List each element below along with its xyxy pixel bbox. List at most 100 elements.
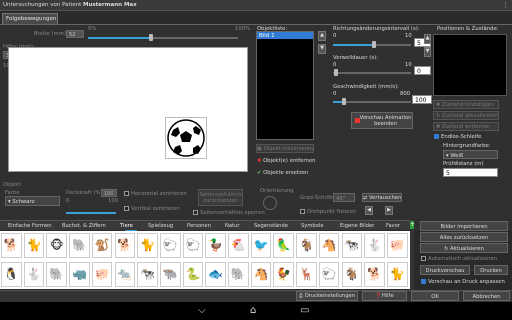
endlos-schleife-checkbox[interactable]: Endlos-Schleife [434, 134, 481, 140]
druckvorschau-button[interactable]: Druckvorschau [420, 265, 470, 275]
seitenverhaeltnis-sperren-checkbox[interactable]: Seitenverhältnis sperren [193, 210, 265, 216]
home-icon[interactable]: ⌂ [250, 305, 256, 316]
alles-zuruecksetzen-button[interactable]: Alles zurücksetzen [420, 232, 508, 242]
auto-aktualisieren-checkbox[interactable]: Automatisch aktualisieren [421, 256, 497, 262]
image-tile[interactable]: 🐖 [91, 262, 113, 287]
image-tile[interactable]: 🐐 [296, 233, 317, 258]
grid-scrollbar[interactable] [410, 220, 414, 290]
image-tile[interactable]: 🐘 [228, 262, 249, 287]
verweil-input[interactable]: 0 [414, 66, 431, 75]
vertikal-zentrieren-checkbox[interactable]: Vertikal zentrieren [124, 206, 180, 212]
orientierung-dial[interactable] [263, 196, 277, 210]
image-tile[interactable]: 🐔 [228, 233, 249, 258]
vorschau-animation-button[interactable]: Vorschau Animation beenden [351, 112, 413, 129]
breite-slider-thumb[interactable] [149, 34, 153, 41]
image-tile[interactable]: 🐈 [386, 262, 408, 287]
soccer-ball-object[interactable] [165, 117, 207, 159]
image-tile[interactable]: 🐑 [182, 233, 204, 258]
image-tile[interactable]: 🐑 [318, 262, 340, 287]
list-down-button[interactable]: ▼ [318, 44, 326, 54]
abbrechen-button[interactable]: Abbrechen [463, 291, 510, 301]
drehpunkt-checkbox[interactable]: Drehpunkt fixieren [300, 209, 357, 215]
category-favoriten[interactable]: Favor [386, 223, 400, 229]
image-tile[interactable]: 🐈 [137, 233, 158, 258]
image-tile[interactable]: 🐒 [91, 233, 113, 258]
pruefdistanz-input[interactable]: 5 [443, 168, 498, 177]
hilfe-button[interactable]: ❓Hilfe [362, 291, 407, 301]
breite-input[interactable]: 52 [66, 30, 84, 38]
objektliste[interactable]: Bild 1 [256, 31, 314, 140]
category-spielzeug[interactable]: Spielzeug [148, 223, 173, 229]
category-tiere[interactable]: Tiere [120, 223, 133, 229]
image-tile[interactable]: 🐴 [318, 233, 340, 258]
geschw-slider-thumb[interactable] [342, 98, 346, 105]
objekt-entfernen-button[interactable]: ✖ Objekt(e) entfernen [257, 158, 315, 164]
image-tile[interactable]: 🐄 [341, 233, 363, 258]
image-tile[interactable]: 🐑 [159, 233, 181, 258]
seitenverhaeltnis-reset-button[interactable]: Seitenverhältnis zurücksetzen [198, 189, 243, 206]
image-tile[interactable]: 🐦 [250, 233, 272, 258]
image-tile[interactable]: 🐘 [46, 262, 68, 287]
zustand-hinzufuegen-button[interactable]: ✚ Zustand hinzufügen [433, 100, 499, 109]
bilder-importieren-button[interactable]: Bilder importieren [420, 221, 508, 231]
add-image-icon[interactable]: + [410, 221, 415, 229]
geschw-input[interactable]: 100 [412, 95, 432, 104]
tab-folgebewegungen[interactable]: Folgebewegungen [2, 13, 58, 24]
image-tile[interactable]: 🐕 [1, 233, 22, 258]
horizontal-zentrieren-checkbox[interactable]: Horizontal zentrieren [124, 191, 187, 197]
image-tile[interactable]: 🦌 [296, 262, 317, 287]
deckkraft-slider[interactable] [66, 212, 116, 214]
aktualisieren-button[interactable]: ↻ Aktualisieren [420, 243, 508, 253]
category-buchstaben[interactable]: Buchst. & Ziffern [62, 223, 106, 229]
image-tile[interactable]: 🐐 [341, 262, 363, 287]
category-einfache-formen[interactable]: Einfache Formen [8, 223, 52, 229]
list-up-button[interactable]: ▲ [318, 31, 326, 41]
druckeinstellungen-button[interactable]: ⎙ Druckeinstellungen [296, 291, 358, 301]
image-tile[interactable]: 🐧 [1, 262, 22, 287]
image-tile[interactable]: 🐇 [23, 262, 45, 287]
pos-up-button[interactable]: ▲ [424, 34, 431, 44]
overflow-menu-icon[interactable]: ⋮ [502, 1, 509, 9]
preview-canvas[interactable] [8, 47, 248, 172]
category-natur[interactable]: Natur [225, 223, 240, 229]
rotate-left-button[interactable]: ◀ [365, 206, 373, 215]
category-gegenstaende[interactable]: Segenstände [254, 223, 288, 229]
objektliste-item[interactable]: Bild 1 [257, 32, 313, 39]
hintergrundfarbe-dropdown[interactable]: ▾ Weiß [443, 150, 498, 159]
zustand-entfernen-button[interactable]: ✖ Zustand entfernen [433, 122, 499, 131]
richtung-slider-thumb[interactable] [372, 41, 376, 48]
image-tile[interactable]: 🐴 [250, 262, 272, 287]
verweil-slider-thumb[interactable] [334, 69, 338, 76]
image-tile[interactable]: 🦜 [273, 233, 295, 258]
image-tile[interactable]: 🐓 [273, 262, 295, 287]
image-tile[interactable]: 🦏 [69, 262, 90, 287]
farbe-dropdown[interactable]: ▾ Schwarz [5, 196, 60, 206]
verweil-slider[interactable] [333, 72, 411, 74]
objekte-ersetzen-button[interactable]: ✔ Objekte ersetzen [257, 170, 308, 176]
positionen-list[interactable] [433, 34, 507, 96]
image-tile[interactable]: 🐄 [137, 262, 158, 287]
image-tile[interactable]: 🐕 [364, 262, 385, 287]
ok-button[interactable]: OK [411, 291, 459, 301]
recents-icon[interactable]: ▭ [300, 305, 309, 316]
category-eigene-bilder[interactable]: Eigene Bilder [340, 223, 374, 229]
image-tile[interactable]: 🐖 [386, 233, 408, 258]
image-tile[interactable]: 🐈 [23, 233, 45, 258]
image-tile[interactable]: 🐘 [69, 233, 90, 258]
grad-schritte-dropdown[interactable]: 45° [333, 193, 355, 202]
image-tile[interactable]: 🐍 [182, 262, 204, 287]
back-icon[interactable]: ⌵ [198, 305, 206, 316]
deckkraft-input[interactable]: 100 [101, 189, 117, 197]
image-tile[interactable]: 🐕 [114, 233, 136, 258]
image-tile[interactable]: 🐀 [114, 262, 136, 287]
image-tile[interactable]: 🐃 [159, 262, 181, 287]
image-tile[interactable]: 🐟 [205, 262, 226, 287]
drucken-button[interactable]: Drucken [474, 265, 508, 275]
rotate-right-button[interactable]: ▶ [385, 206, 393, 215]
image-tile[interactable]: 🐵 [46, 233, 68, 258]
zustand-aktualisieren-button[interactable]: ↻ Zustand aktualisieren [433, 111, 499, 120]
vertauschen-button[interactable]: ⇄ Vertauschen [362, 193, 402, 202]
category-symbole[interactable]: Symbole [301, 223, 324, 229]
category-personen[interactable]: Personen [187, 223, 211, 229]
pos-down-button[interactable]: ▼ [424, 47, 431, 57]
